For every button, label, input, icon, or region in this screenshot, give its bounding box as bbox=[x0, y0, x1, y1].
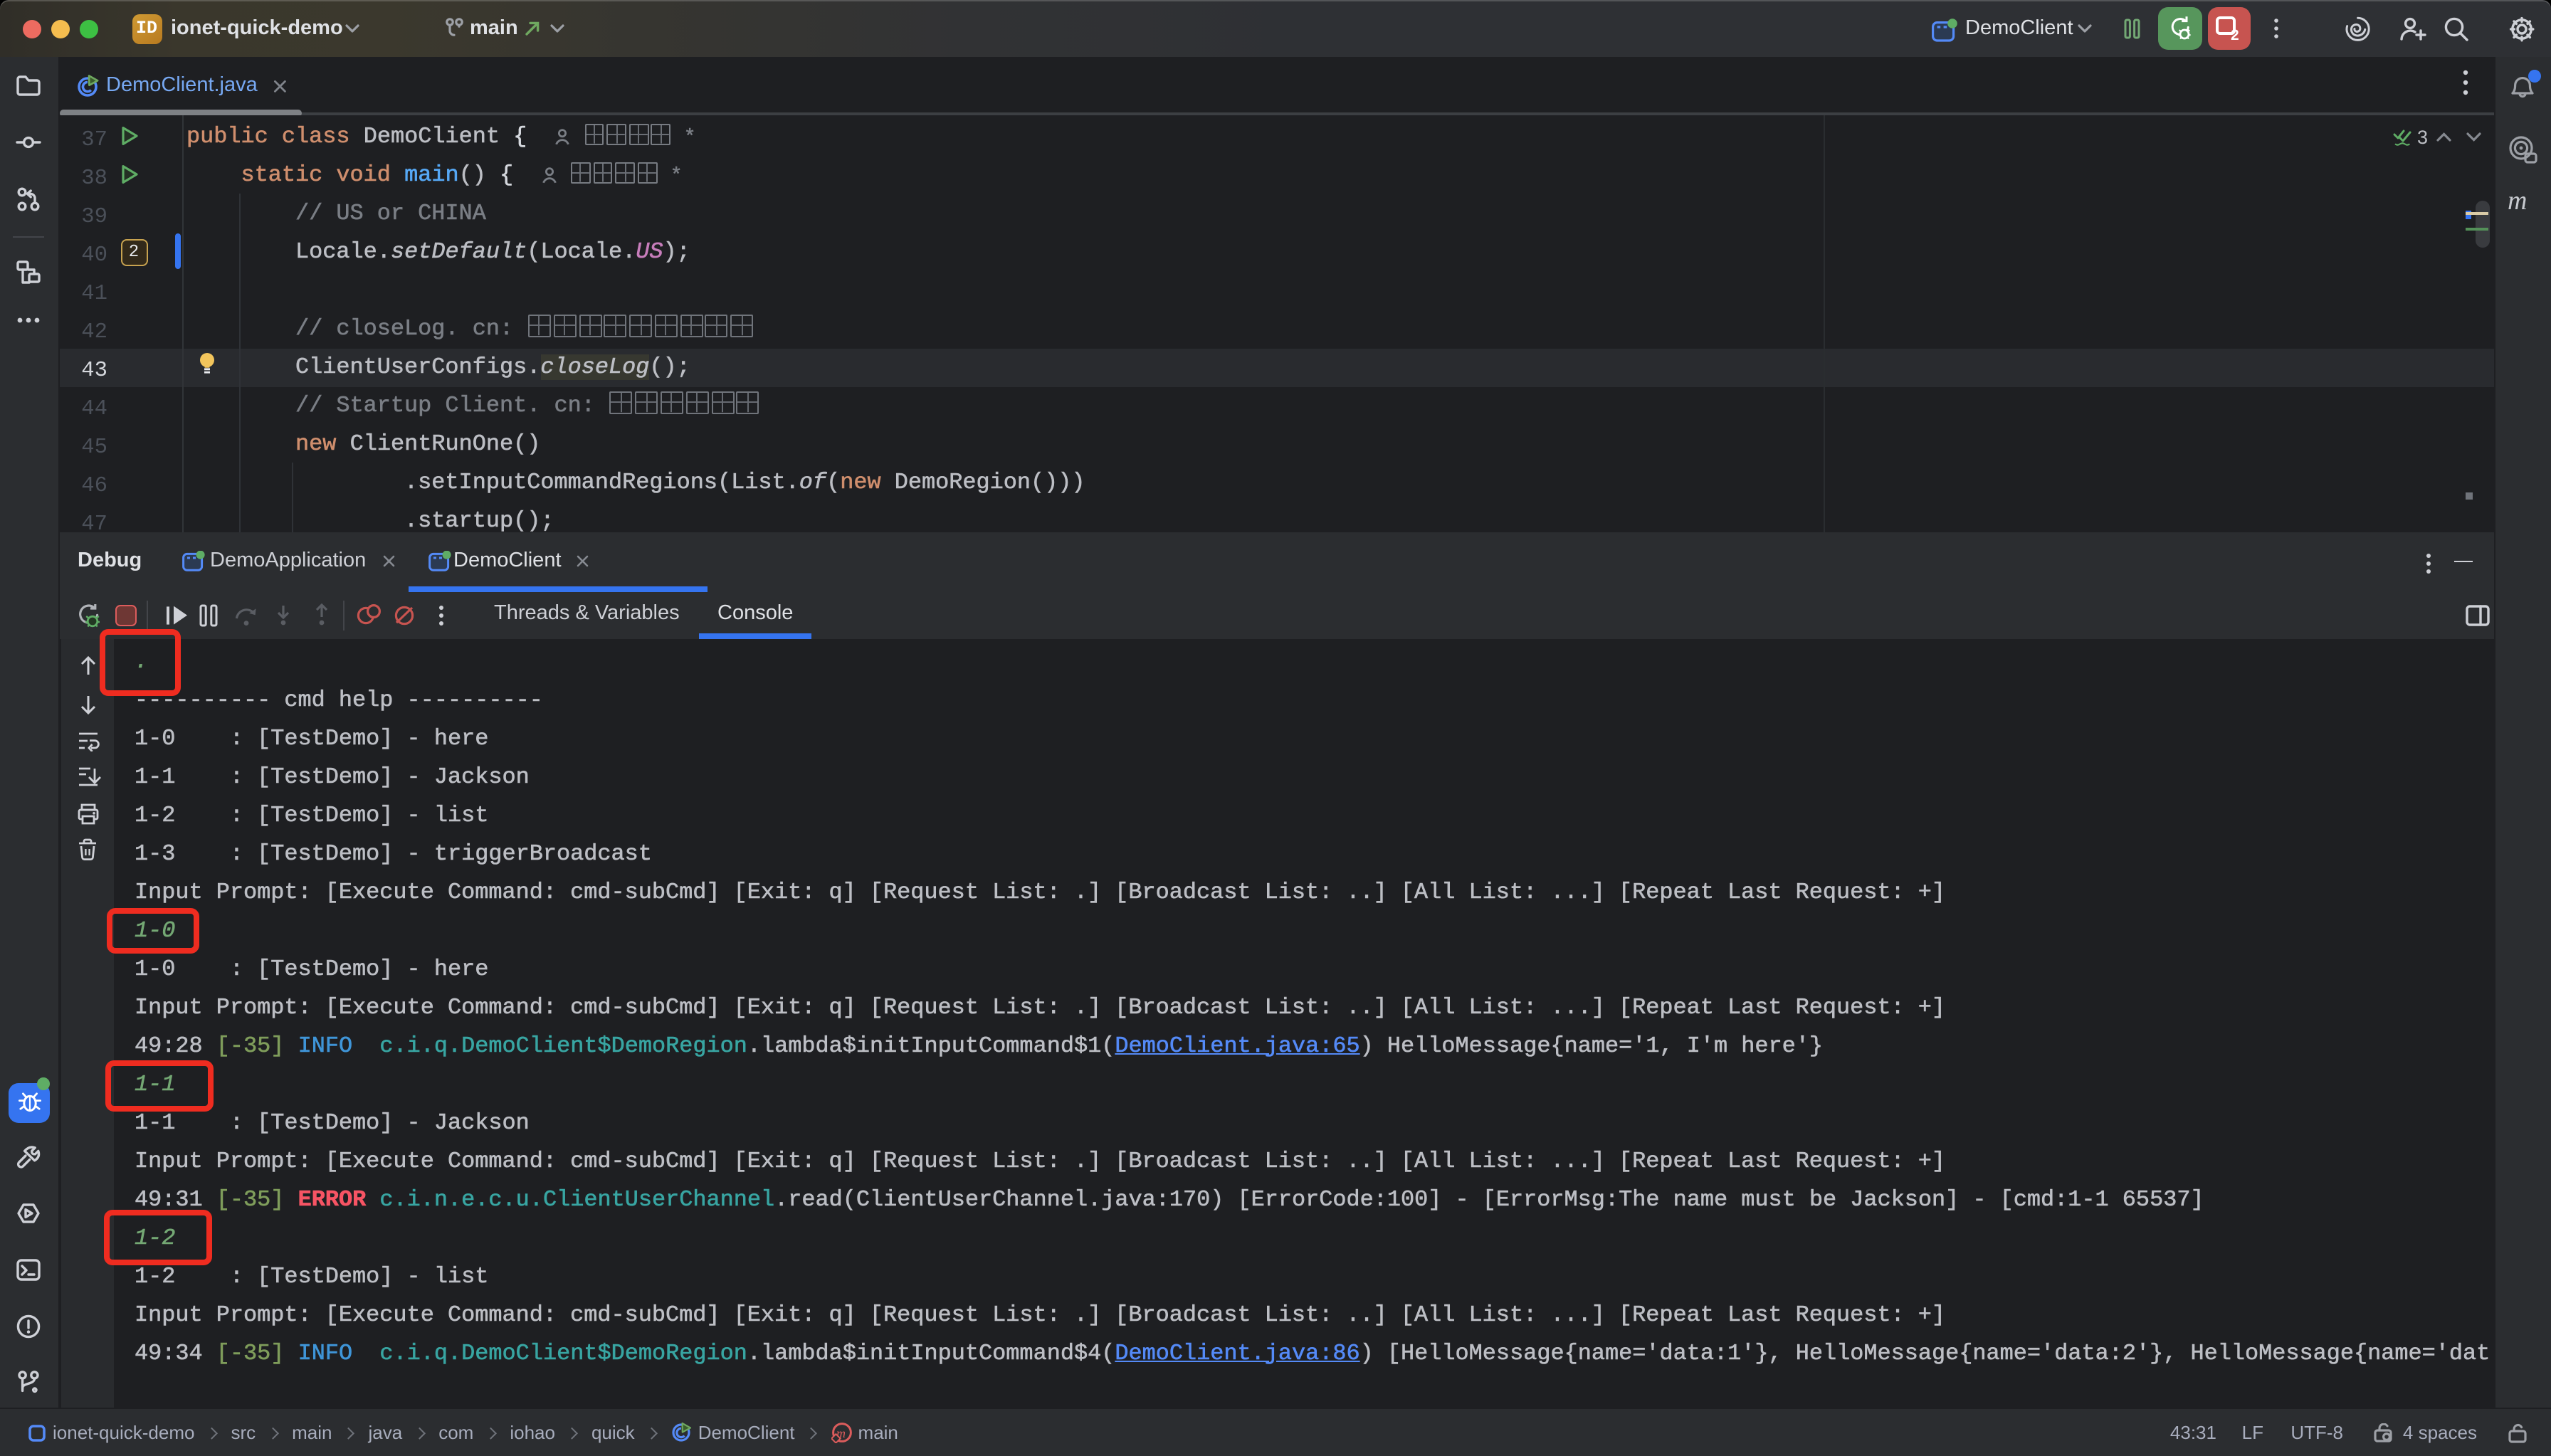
svg-text:2: 2 bbox=[2231, 27, 2239, 41]
